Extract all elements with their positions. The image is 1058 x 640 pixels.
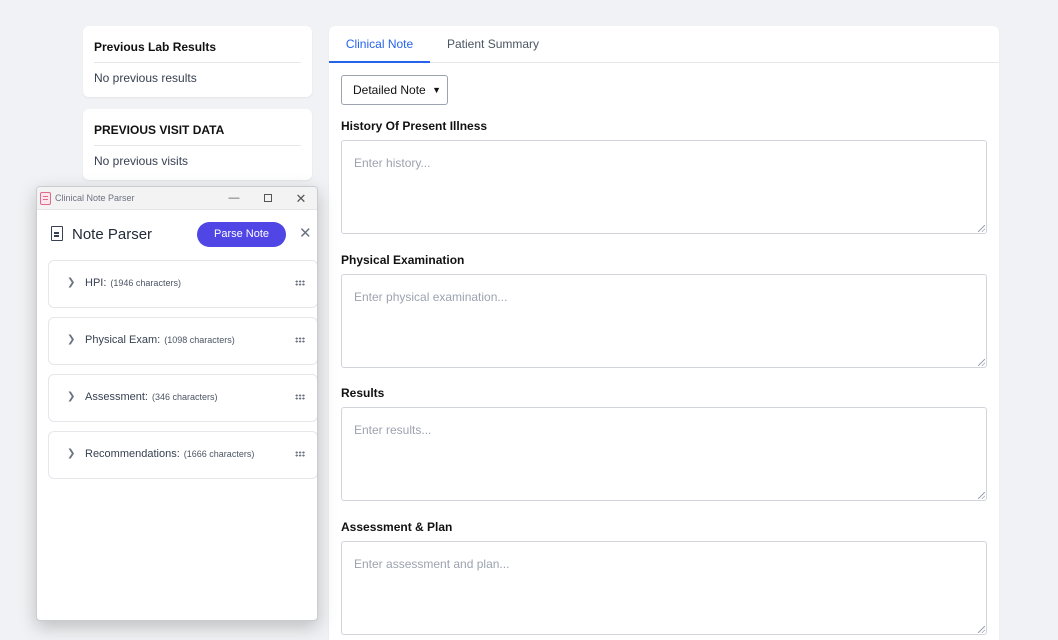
previous-lab-results-card: Previous Lab Results No previous results <box>83 26 312 97</box>
close-icon[interactable]: ✕ <box>299 224 312 242</box>
section-hpi[interactable]: ❯ HPI: (1946 characters) <box>48 260 317 308</box>
window-close-button[interactable]: ✕ <box>290 190 312 207</box>
chevron-right-icon: ❯ <box>67 391 76 402</box>
section-assessment[interactable]: ❯ Assessment: (346 characters) <box>48 374 317 422</box>
card-body: No previous visits <box>94 154 189 168</box>
section-physical-exam[interactable]: ❯ Physical Exam: (1098 characters) <box>48 317 317 365</box>
maximize-icon <box>264 194 272 203</box>
hpi-label: History Of Present Illness <box>341 119 488 133</box>
card-body: No previous results <box>94 71 197 85</box>
tab-bar: Clinical Note Patient Summary <box>329 26 999 63</box>
chevron-right-icon: ❯ <box>67 448 76 459</box>
results-placeholder: Enter results... <box>354 423 432 437</box>
parse-note-button[interactable]: Parse Note <box>197 222 286 247</box>
resize-handle-icon[interactable] <box>978 492 985 499</box>
resize-handle-icon[interactable] <box>978 626 985 633</box>
section-name: HPI: <box>85 277 107 289</box>
physical-exam-placeholder: Enter physical examination... <box>354 290 508 304</box>
results-textarea[interactable]: Enter results... <box>341 407 987 501</box>
drag-handle-icon[interactable] <box>295 280 305 286</box>
maximize-button[interactable] <box>257 190 279 207</box>
note-type-value: Detailed Note <box>353 83 426 97</box>
assessment-plan-label: Assessment & Plan <box>341 520 453 534</box>
card-title: PREVIOUS VISIT DATA <box>94 123 225 137</box>
card-title: Previous Lab Results <box>94 40 217 54</box>
tab-clinical-note[interactable]: Clinical Note <box>329 26 430 63</box>
drag-handle-icon[interactable] <box>295 394 305 400</box>
window-title: Clinical Note Parser <box>55 193 135 203</box>
physical-exam-textarea[interactable]: Enter physical examination... <box>341 274 987 368</box>
section-count: (1098 characters) <box>164 335 235 345</box>
assessment-plan-textarea[interactable]: Enter assessment and plan... <box>341 541 987 635</box>
results-label: Results <box>341 386 385 400</box>
clinical-note-panel: Clinical Note Patient Summary Detailed N… <box>329 26 999 640</box>
resize-handle-icon[interactable] <box>978 359 985 366</box>
parser-header: Note Parser Parse Note ✕ <box>37 210 317 260</box>
chevron-right-icon: ❯ <box>67 334 76 345</box>
hpi-placeholder: Enter history... <box>354 156 431 170</box>
document-icon <box>51 226 63 241</box>
section-count: (1946 characters) <box>110 278 181 288</box>
physical-exam-label: Physical Examination <box>341 253 465 267</box>
chevron-right-icon: ❯ <box>67 277 76 288</box>
chevron-down-icon: ▼ <box>432 85 441 95</box>
section-recommendations[interactable]: ❯ Recommendations: (1666 characters) <box>48 431 317 479</box>
app-icon <box>40 192 51 205</box>
assessment-plan-placeholder: Enter assessment and plan... <box>354 557 510 571</box>
minimize-button[interactable]: — <box>223 190 245 207</box>
section-name: Assessment: <box>85 391 148 403</box>
parser-title: Note Parser <box>72 226 153 243</box>
section-name: Recommendations: <box>85 448 180 460</box>
note-parser-window: Clinical Note Parser — ✕ Note Parser Par… <box>36 186 318 621</box>
resize-handle-icon[interactable] <box>978 225 985 232</box>
drag-handle-icon[interactable] <box>295 451 305 457</box>
note-type-select[interactable]: Detailed Note ▼ <box>341 75 448 105</box>
drag-handle-icon[interactable] <box>295 337 305 343</box>
previous-visit-data-card: PREVIOUS VISIT DATA No previous visits <box>83 109 312 180</box>
window-titlebar[interactable]: Clinical Note Parser — ✕ <box>37 187 317 210</box>
section-name: Physical Exam: <box>85 334 161 346</box>
tab-patient-summary[interactable]: Patient Summary <box>447 26 539 63</box>
section-count: (346 characters) <box>151 392 218 402</box>
section-count: (1666 characters) <box>183 449 255 459</box>
hpi-textarea[interactable]: Enter history... <box>341 140 987 234</box>
